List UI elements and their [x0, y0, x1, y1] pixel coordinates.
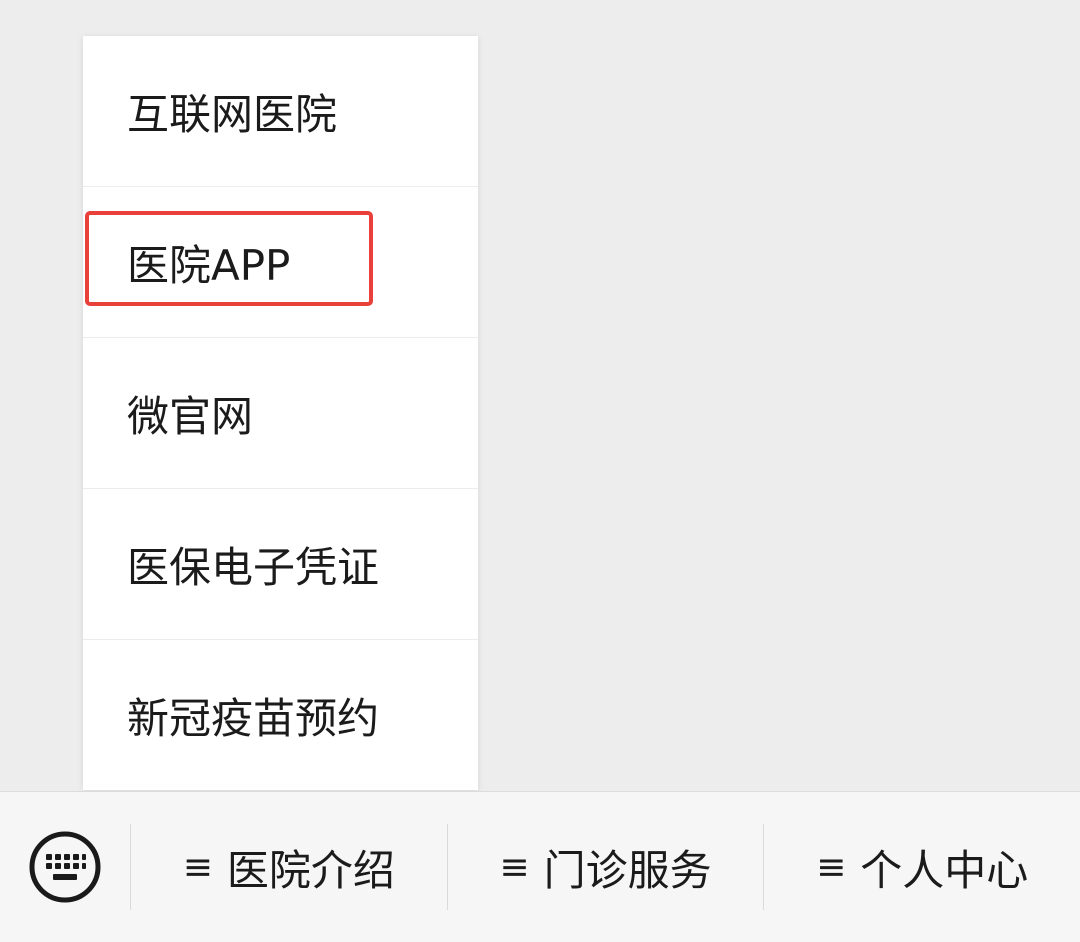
- keyboard-icon: [29, 831, 101, 903]
- menu-item-label: 新冠疫苗预约: [127, 694, 380, 743]
- menu-item-label: 医保电子凭证: [127, 542, 380, 592]
- menu-lines-icon: ≡: [816, 846, 847, 888]
- menu-item-internet-hospital[interactable]: 互联网医院: [83, 36, 478, 187]
- menu-item-micro-website[interactable]: 微官网: [83, 338, 478, 489]
- tab-hospital-intro[interactable]: ≡ 医院介绍: [131, 792, 447, 942]
- tab-outpatient-services[interactable]: ≡ 门诊服务: [448, 792, 764, 942]
- menu-lines-icon: ≡: [182, 846, 213, 888]
- keyboard-toggle-button[interactable]: [0, 792, 130, 942]
- menu-item-medical-insurance-code[interactable]: 医保电子凭证: [83, 489, 478, 640]
- hospital-intro-submenu: 互联网医院 医院APP 微官网 医保电子凭证 新冠疫苗预约: [83, 36, 478, 790]
- bottom-menu-bar: ≡ 医院介绍 ≡ 门诊服务 ≡ 个人中心: [0, 791, 1080, 942]
- tab-label: 门诊服务: [543, 845, 712, 895]
- menu-item-covid-vaccine-booking[interactable]: 新冠疫苗预约: [83, 640, 478, 791]
- menu-item-label: 医院APP: [127, 240, 291, 290]
- tab-label: 医院介绍: [226, 845, 395, 895]
- tab-personal-center[interactable]: ≡ 个人中心: [764, 792, 1080, 942]
- menu-item-label: 微官网: [127, 391, 254, 441]
- menu-lines-icon: ≡: [499, 846, 530, 888]
- menu-item-label: 互联网医院: [127, 89, 338, 139]
- tab-label: 个人中心: [860, 845, 1029, 895]
- menu-item-hospital-app[interactable]: 医院APP: [83, 187, 478, 338]
